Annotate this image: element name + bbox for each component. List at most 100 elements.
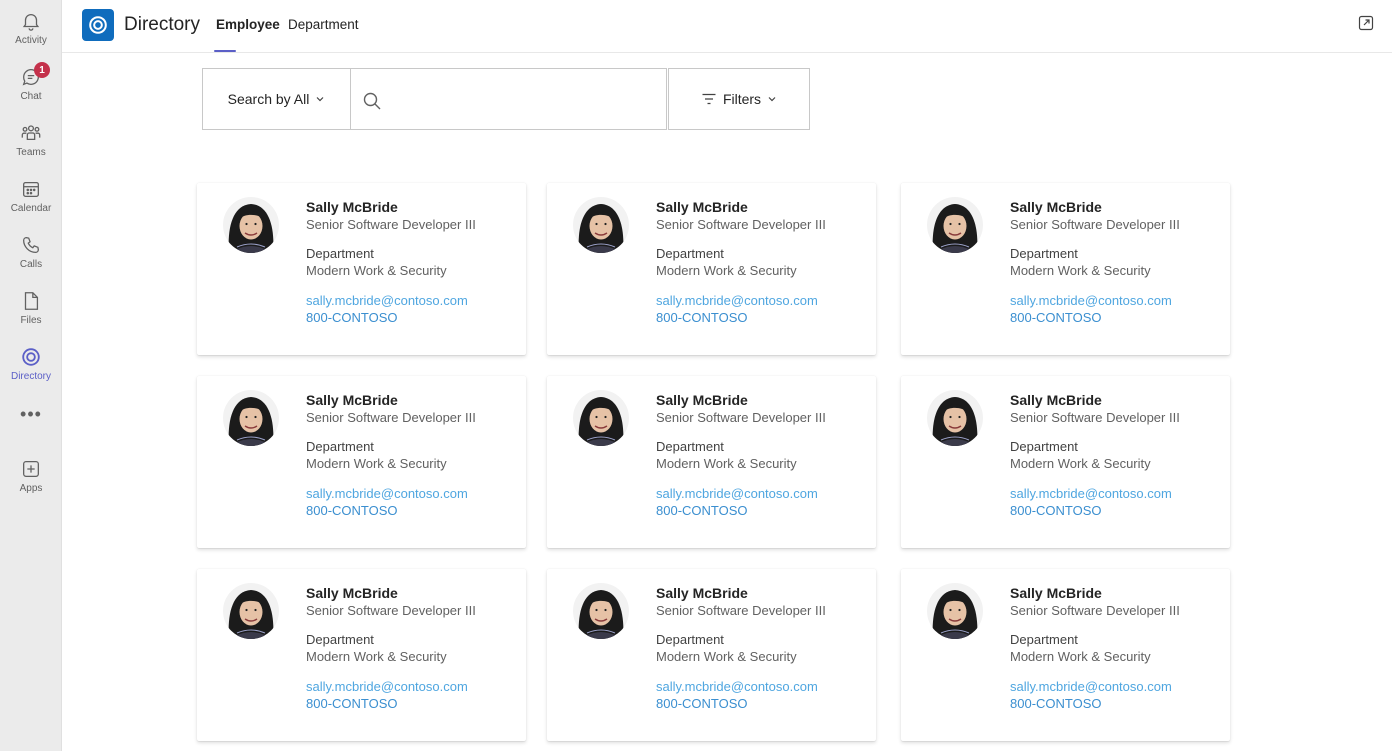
employee-title: Senior Software Developer III: [1010, 217, 1180, 232]
filter-icon: [702, 93, 716, 105]
rail-label-apps: Apps: [19, 483, 43, 494]
employee-info: Sally McBride Senior Software Developer …: [1010, 392, 1180, 519]
avatar: [223, 197, 279, 253]
employee-department: Modern Work & Security: [656, 456, 797, 471]
employee-card[interactable]: Sally McBride Senior Software Developer …: [197, 376, 526, 548]
employee-info: Sally McBride Senior Software Developer …: [656, 199, 826, 326]
employee-phone-link[interactable]: 800-CONTOSO: [656, 309, 826, 326]
employee-title: Senior Software Developer III: [306, 410, 476, 425]
employee-email-link[interactable]: sally.mcbride@contoso.com: [1010, 485, 1180, 502]
employee-department: Modern Work & Security: [306, 263, 447, 278]
search-scope-label: Search by All: [227, 91, 310, 107]
directory-icon: [22, 348, 40, 366]
rail-label-calendar: Calendar: [10, 203, 52, 214]
employee-title: Senior Software Developer III: [306, 217, 476, 232]
apps-icon: [23, 461, 39, 477]
employee-name: Sally McBride: [306, 585, 398, 601]
employee-name: Sally McBride: [656, 199, 748, 215]
app-rail: Activity 1 Chat Teams Calendar Calls Fil…: [0, 0, 62, 751]
rail-item-apps[interactable]: Apps: [0, 452, 62, 508]
employee-phone-link[interactable]: 800-CONTOSO: [1010, 309, 1180, 326]
employee-title: Senior Software Developer III: [656, 217, 826, 232]
employee-info: Sally McBride Senior Software Developer …: [306, 392, 476, 519]
employee-phone-link[interactable]: 800-CONTOSO: [306, 695, 476, 712]
rail-label-directory: Directory: [10, 371, 51, 382]
employee-title: Senior Software Developer III: [656, 603, 826, 618]
employee-email-link[interactable]: sally.mcbride@contoso.com: [306, 678, 476, 695]
employee-email-link[interactable]: sally.mcbride@contoso.com: [1010, 292, 1180, 309]
directory-logo-icon: [82, 9, 114, 41]
department-label: Department: [656, 246, 724, 261]
employee-phone-link[interactable]: 800-CONTOSO: [306, 309, 476, 326]
file-icon: [24, 292, 39, 310]
department-label: Department: [1010, 246, 1078, 261]
employee-email-link[interactable]: sally.mcbride@contoso.com: [306, 292, 476, 309]
chevron-down-icon: [316, 97, 324, 102]
avatar: [927, 390, 983, 446]
rail-label-calls: Calls: [19, 259, 43, 270]
search-scope-dropdown[interactable]: Search by All: [202, 68, 351, 130]
avatar: [223, 583, 279, 639]
avatar: [927, 197, 983, 253]
chevron-down-icon: [768, 97, 776, 102]
employee-phone-link[interactable]: 800-CONTOSO: [656, 502, 826, 519]
employee-phone-link[interactable]: 800-CONTOSO: [656, 695, 826, 712]
employee-card[interactable]: Sally McBride Senior Software Developer …: [547, 376, 876, 548]
employee-department: Modern Work & Security: [1010, 263, 1151, 278]
employee-email-link[interactable]: sally.mcbride@contoso.com: [306, 485, 476, 502]
employee-info: Sally McBride Senior Software Developer …: [306, 585, 476, 712]
rail-item-calendar[interactable]: Calendar: [0, 172, 62, 228]
employee-card[interactable]: Sally McBride Senior Software Developer …: [901, 183, 1230, 355]
employee-email-link[interactable]: sally.mcbride@contoso.com: [656, 678, 826, 695]
employee-email-link[interactable]: sally.mcbride@contoso.com: [656, 292, 826, 309]
bell-icon: [22, 14, 40, 31]
employee-department: Modern Work & Security: [656, 649, 797, 664]
popout-icon[interactable]: [1358, 15, 1374, 31]
rail-label-activity: Activity: [15, 35, 47, 46]
employee-name: Sally McBride: [306, 392, 398, 408]
phone-icon: [23, 237, 39, 253]
chat-unread-badge: 1: [34, 62, 50, 78]
rail-item-directory[interactable]: Directory: [0, 340, 62, 396]
employee-email-link[interactable]: sally.mcbride@contoso.com: [1010, 678, 1180, 695]
employee-card[interactable]: Sally McBride Senior Software Developer …: [197, 569, 526, 741]
rail-item-activity[interactable]: Activity: [0, 4, 62, 60]
employee-name: Sally McBride: [306, 199, 398, 215]
department-label: Department: [1010, 632, 1078, 647]
search-icon: [363, 92, 381, 110]
calendar-icon: [23, 181, 39, 197]
avatar: [223, 390, 279, 446]
employee-name: Sally McBride: [1010, 199, 1102, 215]
rail-item-files[interactable]: Files: [0, 284, 62, 340]
department-label: Department: [306, 439, 374, 454]
tab-employee[interactable]: Employee: [216, 17, 280, 32]
employee-card[interactable]: Sally McBride Senior Software Developer …: [901, 376, 1230, 548]
department-label: Department: [306, 632, 374, 647]
employee-name: Sally McBride: [656, 392, 748, 408]
filters-button[interactable]: Filters: [668, 68, 810, 130]
employee-title: Senior Software Developer III: [1010, 410, 1180, 425]
employee-department: Modern Work & Security: [656, 263, 797, 278]
rail-item-chat[interactable]: 1 Chat: [0, 60, 62, 116]
employee-department: Modern Work & Security: [1010, 649, 1151, 664]
employee-card[interactable]: Sally McBride Senior Software Developer …: [547, 183, 876, 355]
employee-department: Modern Work & Security: [1010, 456, 1151, 471]
employee-card[interactable]: Sally McBride Senior Software Developer …: [547, 569, 876, 741]
department-label: Department: [656, 632, 724, 647]
rail-item-teams[interactable]: Teams: [0, 116, 62, 172]
employee-title: Senior Software Developer III: [656, 410, 826, 425]
employee-phone-link[interactable]: 800-CONTOSO: [306, 502, 476, 519]
employee-info: Sally McBride Senior Software Developer …: [1010, 585, 1180, 712]
department-label: Department: [656, 439, 724, 454]
employee-card[interactable]: Sally McBride Senior Software Developer …: [197, 183, 526, 355]
search-input[interactable]: [391, 83, 651, 115]
rail-item-calls[interactable]: Calls: [0, 228, 62, 284]
employee-email-link[interactable]: sally.mcbride@contoso.com: [656, 485, 826, 502]
employee-phone-link[interactable]: 800-CONTOSO: [1010, 502, 1180, 519]
tab-department[interactable]: Department: [288, 17, 359, 32]
more-apps-button[interactable]: •••: [0, 404, 62, 425]
employee-phone-link[interactable]: 800-CONTOSO: [1010, 695, 1180, 712]
employee-card[interactable]: Sally McBride Senior Software Developer …: [901, 569, 1230, 741]
department-label: Department: [306, 246, 374, 261]
filters-label: Filters: [722, 91, 762, 107]
